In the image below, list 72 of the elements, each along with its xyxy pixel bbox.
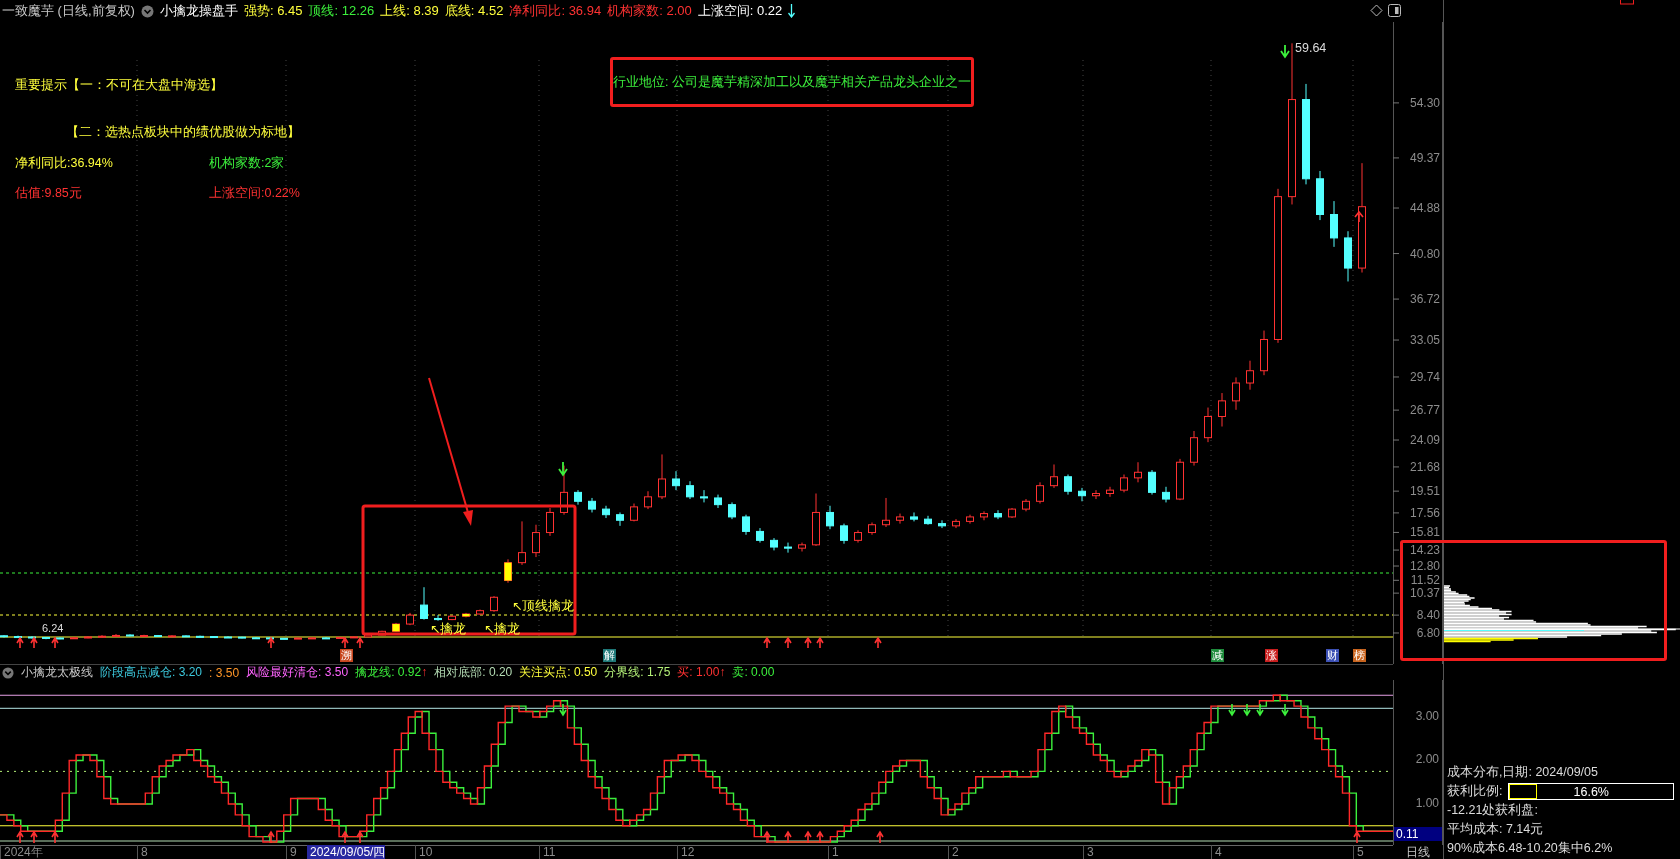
- price-axis-label: 14.23: [1409, 543, 1440, 558]
- indicator-stat: 卖: 0.00: [732, 664, 775, 681]
- signal-label: ↖擒龙: [484, 621, 521, 638]
- indicator-stat: 阶段高点减仓: 3.20: [100, 664, 203, 681]
- time-axis-label: 5: [1353, 845, 1364, 859]
- indicator-stat: 擒龙线: 0.92↑: [355, 664, 428, 681]
- indicator-axis-label: 3.00: [1415, 709, 1439, 723]
- time-axis-label: 2: [948, 845, 959, 859]
- cost-info-text: -12.21处获利盘:: [1447, 802, 1539, 819]
- price-axis-label: 6.80: [1416, 626, 1440, 640]
- indicator-stat: 机构家数: 2.00: [607, 2, 692, 20]
- callout-box: 行业地位: 公司是魔芋精深加工以及魔芋相关产品龙头企业之一: [610, 57, 974, 107]
- note-text: 净利同比:36.94%: [15, 155, 113, 172]
- cost-info-text: 平均成本: 7.14元: [1447, 821, 1545, 838]
- indicator-stat: 上涨空间: 0.22: [697, 2, 783, 20]
- indicator-stat: 强势: 6.45: [243, 2, 303, 20]
- price-axis-label: 12.80: [1409, 559, 1440, 573]
- indicator-stat: 顶线: 12.26: [308, 2, 375, 20]
- current-value-label: 0.11: [1394, 827, 1442, 841]
- note-text: 【二：选热点板块中的绩优股做为标地】: [66, 124, 300, 141]
- price-axis-label: 8.40: [1416, 608, 1440, 623]
- indicator-stat: 风险最好清仓: 3.50: [246, 664, 349, 681]
- price-axis-label: 33.05: [1409, 333, 1440, 348]
- indicator-name: 小擒龙操盘手: [159, 2, 238, 20]
- cost-info-text: 90%成本6.48-10.20集中6.2%: [1447, 840, 1614, 857]
- note-text: 重要提示【一：不可在大盘中海选】: [15, 77, 223, 94]
- indicator-stat: 买: 1.00↑: [677, 664, 726, 681]
- low-price-label: 6.24: [42, 622, 64, 634]
- price-axis-label: 54.30: [1409, 95, 1440, 110]
- time-axis-label: 4: [1211, 845, 1222, 859]
- time-axis-label: 9: [286, 845, 297, 859]
- time-axis-label: 12: [677, 845, 695, 859]
- price-axis-label: 11.52: [1410, 573, 1440, 588]
- indicator-axis-label: 1.00: [1415, 796, 1439, 810]
- time-axis-label: 10: [415, 845, 433, 859]
- price-axis-label: 44.88: [1409, 201, 1440, 216]
- price-axis-label: 15.81: [1409, 525, 1440, 540]
- price-axis-label: 26.77: [1409, 403, 1440, 418]
- price-axis-label: 40.80: [1409, 246, 1440, 261]
- time-axis-label: 3: [1083, 845, 1094, 859]
- signal-label: ↖顶线擒龙: [512, 598, 575, 615]
- price-axis-label: 29.74: [1409, 370, 1440, 384]
- cost-date-text: 成本分布,日期: 2024/09/05: [1447, 764, 1599, 781]
- time-axis-label: 1: [828, 845, 839, 859]
- price-axis-label: 49.37: [1409, 150, 1440, 165]
- indicator-stat: 上线: 8.39: [380, 2, 439, 20]
- time-axis-label: 2024年: [0, 845, 43, 859]
- indicator-stat: : 3.50: [209, 665, 240, 680]
- price-axis-label: 19.51: [1409, 484, 1440, 499]
- indicator-stat: 分界线: 1.75: [604, 664, 671, 681]
- note-text: 机构家数:2家: [209, 155, 285, 172]
- price-axis-label: 21.68: [1409, 459, 1440, 474]
- cursor-date-label: 2024/09/05/四: [307, 845, 386, 859]
- time-axis-label: 11: [539, 845, 556, 859]
- indicator-stat: 关注买点: 0.50: [519, 664, 598, 681]
- note-text: 估值:9.85元: [15, 185, 82, 202]
- note-text: 上涨空间:0.22%: [209, 185, 300, 202]
- price-axis-label: 17.56: [1409, 505, 1440, 520]
- indicator-stat: 相对底部: 0.20: [434, 664, 513, 681]
- chart-title: 一致魔芋 (日线,前复权): [2, 2, 135, 20]
- signal-label: ↖擒龙: [430, 621, 467, 638]
- profit-ratio-label: 获利比例:: [1447, 783, 1503, 800]
- profit-ratio-reading: 16.6%: [1573, 784, 1609, 799]
- indicator-stat: 净利同比: 36.94: [509, 2, 602, 20]
- peak-price-label: 59.64: [1295, 41, 1327, 55]
- indicator-stat: 底线: 4.52: [444, 2, 504, 20]
- indicator-name: 小擒龙太极线: [21, 664, 93, 681]
- price-axis-label: 10.37: [1409, 586, 1440, 601]
- indicator-axis-label: 2.00: [1415, 752, 1439, 766]
- time-axis-label: 8: [137, 845, 148, 859]
- price-axis-label: 36.72: [1409, 292, 1440, 307]
- price-axis-label: 24.09: [1409, 433, 1440, 448]
